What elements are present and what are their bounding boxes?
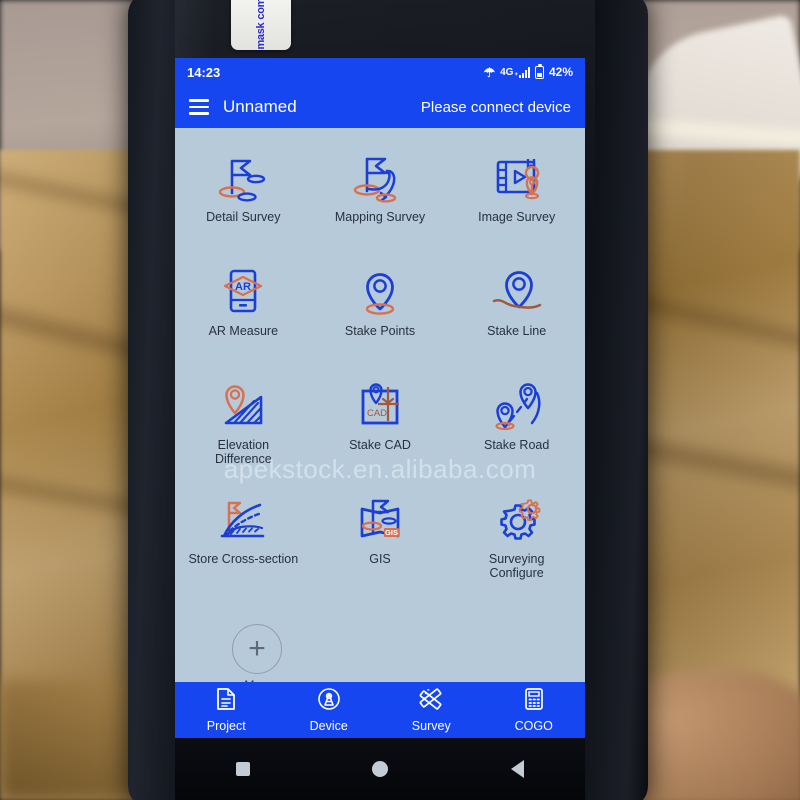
- grid-item-label: Image Survey: [478, 210, 556, 224]
- bottom-navigation-bar: Project Device Survey COGO: [175, 682, 585, 738]
- cad-frame-icon: CAD: [351, 374, 409, 436]
- status-time: 14:23: [187, 64, 221, 80]
- grid-item-image-survey[interactable]: Image Survey: [448, 140, 585, 250]
- gears-icon: [488, 488, 546, 550]
- grid-item-stake-cad[interactable]: CAD Stake CAD: [312, 368, 449, 478]
- battery-icon: [534, 63, 544, 79]
- battery-percent-label: 42%: [548, 65, 573, 79]
- ar-phone-icon: AR: [214, 260, 272, 322]
- function-grid: Detail Survey Mapping Survey Image Surve…: [175, 140, 585, 592]
- grid-item-label: GIS: [369, 552, 391, 566]
- grid-item-label: Surveying Configure: [488, 552, 545, 581]
- hamburger-menu-icon[interactable]: [189, 99, 209, 115]
- add-function-button[interactable]: +: [232, 624, 282, 674]
- grid-item-label: Stake CAD: [349, 438, 411, 452]
- sticker-line-2: completed: [255, 0, 267, 20]
- grid-item-label: Mapping Survey: [334, 210, 426, 224]
- grid-item-mapping-survey[interactable]: Mapping Survey: [312, 140, 449, 250]
- grid-item-label: Detail Survey: [206, 210, 281, 224]
- nav-item-label: Device: [309, 719, 348, 733]
- grid-item-label: AR Measure: [208, 324, 279, 338]
- nav-item-label: Project: [206, 719, 246, 733]
- document-icon: [215, 687, 237, 716]
- grid-item-store-cross-section[interactable]: Store Cross-section: [175, 482, 312, 592]
- grid-item-surveying-configure[interactable]: Surveying Configure: [448, 482, 585, 592]
- map-flag-gis-icon: GIS: [351, 488, 409, 550]
- sticker-line-1: this mask: [255, 22, 267, 50]
- grid-item-ar-measure[interactable]: AR AR Measure: [175, 254, 312, 364]
- square-recents-icon[interactable]: [236, 762, 251, 776]
- calculator-icon: [523, 687, 545, 716]
- cad-badge-text: CAD: [367, 408, 387, 419]
- two-pins-road-icon: [488, 374, 546, 436]
- grid-item-elevation-difference[interactable]: Elevation Difference: [175, 368, 312, 478]
- android-navigation-bar: [175, 738, 585, 800]
- grid-item-gis[interactable]: GIS GIS: [312, 482, 449, 592]
- status-bar: 14:23 ☂ 4G + 42%: [175, 58, 585, 86]
- cross-section-icon: [214, 488, 272, 550]
- plus-icon: +: [248, 632, 266, 665]
- ar-badge-text: AR: [235, 281, 251, 293]
- signal-bars-icon: [518, 66, 530, 78]
- bluetooth-icon: ☂: [483, 64, 496, 80]
- paper-sticker: this mask completed: [231, 0, 291, 50]
- grid-item-stake-line[interactable]: Stake Line: [448, 254, 585, 364]
- nav-item-label: COGO: [514, 719, 553, 733]
- grid-item-label: Store Cross-section: [188, 552, 299, 566]
- crossed-rulers-icon: [418, 687, 444, 716]
- flag-points-icon: [214, 146, 272, 208]
- antenna-icon: [317, 687, 341, 716]
- pin-ellipse-icon: [351, 260, 409, 322]
- grid-item-stake-road[interactable]: Stake Road: [448, 368, 585, 478]
- app-bar: Unnamed Please connect device: [175, 86, 585, 128]
- grid-item-label: Stake Line: [487, 324, 547, 338]
- nav-item-project[interactable]: Project: [175, 687, 278, 733]
- network-label: 4G: [500, 66, 514, 78]
- network-indicator: 4G +: [500, 66, 530, 78]
- nav-item-survey[interactable]: Survey: [380, 687, 483, 733]
- pin-curve-icon: [488, 260, 546, 322]
- flag-path-icon: [351, 146, 409, 208]
- grid-item-detail-survey[interactable]: Detail Survey: [175, 140, 312, 250]
- phone-screen: 14:23 ☂ 4G + 42% Unnamed Please connect …: [175, 58, 585, 738]
- triangle-back-icon[interactable]: [510, 760, 524, 778]
- function-grid-area: Detail Survey Mapping Survey Image Surve…: [175, 128, 585, 738]
- nav-item-device[interactable]: Device: [278, 687, 381, 733]
- grid-item-label: Stake Points: [344, 324, 416, 338]
- connection-status-label[interactable]: Please connect device: [421, 99, 571, 116]
- gis-badge-text: GIS: [385, 528, 398, 537]
- circle-home-icon[interactable]: [372, 761, 389, 777]
- grid-item-label: Stake Road: [484, 438, 550, 452]
- nav-item-cogo[interactable]: COGO: [483, 687, 586, 733]
- grid-item-stake-points[interactable]: Stake Points: [312, 254, 449, 364]
- image-frame-pin-icon: [488, 146, 546, 208]
- pin-slope-icon: [214, 374, 272, 436]
- project-title[interactable]: Unnamed: [223, 97, 297, 117]
- network-superscript-label: +: [514, 71, 518, 78]
- grid-item-label: Elevation Difference: [214, 438, 272, 467]
- nav-item-label: Survey: [411, 719, 451, 733]
